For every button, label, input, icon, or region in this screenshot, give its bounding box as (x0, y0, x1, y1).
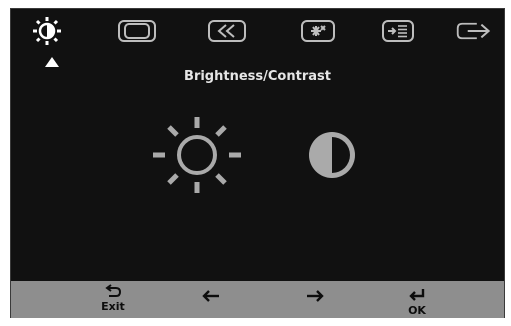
footer-bar: Exit OK (11, 281, 504, 318)
ok-button[interactable]: OK (393, 287, 441, 321)
tab-options[interactable] (378, 15, 418, 47)
brightness-icon (33, 17, 61, 45)
tab-brightness-contrast[interactable] (27, 15, 67, 47)
right-arrow-icon (307, 290, 324, 302)
tab-image-properties[interactable] (298, 15, 338, 47)
left-arrow-icon (202, 290, 219, 302)
tab-image-position[interactable] (117, 15, 157, 47)
right-button[interactable] (291, 290, 339, 324)
tab-image-setup[interactable] (207, 15, 247, 47)
options-icon (382, 20, 414, 42)
exit-label: Exit (101, 300, 125, 313)
brightness-option[interactable] (149, 112, 245, 198)
left-button[interactable] (187, 290, 235, 324)
return-icon (105, 284, 122, 297)
tab-bar (11, 9, 504, 54)
image-properties-icon (301, 20, 335, 42)
image-setup-icon (208, 20, 246, 42)
osd-menu: Brightness/Contrast Exit OK (10, 8, 505, 318)
exit-icon (456, 22, 491, 40)
tab-exit[interactable] (455, 15, 495, 47)
exit-button[interactable]: Exit (89, 283, 137, 317)
contrast-option[interactable] (304, 129, 360, 181)
page-title: Brightness/Contrast (184, 69, 331, 84)
selected-tab-indicator (45, 57, 59, 67)
ok-label: OK (408, 304, 426, 317)
sun-icon (153, 117, 241, 193)
enter-icon (409, 289, 425, 301)
contrast-icon (309, 132, 355, 178)
image-position-icon (118, 20, 156, 42)
